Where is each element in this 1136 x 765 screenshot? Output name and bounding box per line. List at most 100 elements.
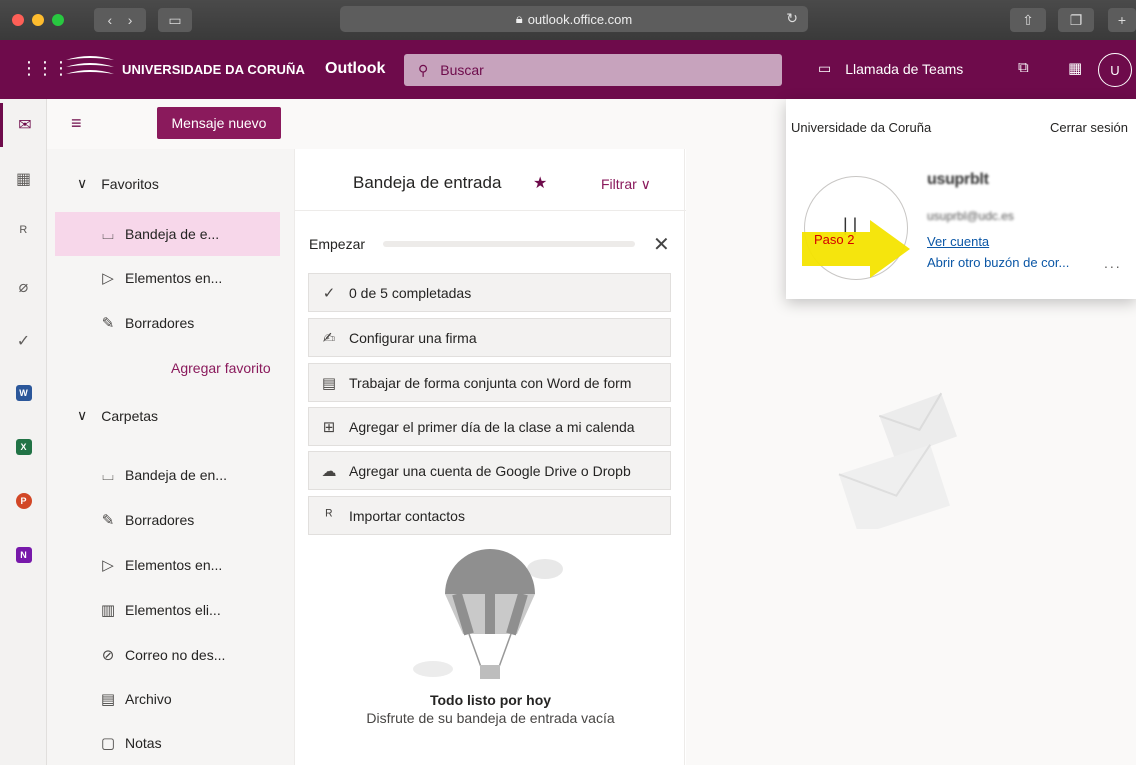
video-call-icon: ▭ <box>818 60 832 76</box>
office-apps-icon[interactable]: ▦ <box>1068 59 1082 77</box>
chevron-down-icon: ∨ <box>640 176 651 192</box>
sign-out-link[interactable]: Cerrar sesión <box>1050 120 1128 135</box>
sent-icon: ▷ <box>102 557 114 574</box>
search-input[interactable]: ⚲ Buscar <box>404 54 782 86</box>
folder-label: Bandeja de en... <box>125 467 227 483</box>
task-label: Importar contactos <box>349 507 465 524</box>
back-forward-buttons[interactable]: ‹ › <box>94 8 146 32</box>
task-label: 0 de 5 completadas <box>349 284 472 301</box>
onenote-badge: N <box>15 547 32 563</box>
favorite-folder-sent[interactable]: ▷ Elementos en... <box>47 256 294 300</box>
folder-label: Borradores <box>125 512 195 528</box>
filter-button[interactable]: Filtrar ∨ <box>601 176 651 193</box>
todo-icon[interactable]: ✓ <box>0 319 47 363</box>
excel-badge: X <box>15 439 32 455</box>
forward-icon[interactable]: › <box>128 12 133 28</box>
tabs-icon: ❐ <box>1069 11 1083 28</box>
envelopes-illustration <box>838 392 958 529</box>
powerpoint-icon[interactable]: P <box>0 479 47 523</box>
favorite-folder-drafts[interactable]: ✎ Borradores <box>47 301 294 345</box>
folder-label: Elementos eli... <box>125 602 221 618</box>
empty-state-title: Todo listo por hoy <box>429 692 552 708</box>
more-options-icon[interactable]: ... <box>1104 255 1122 271</box>
message-list: Bandeja de entrada ★ Filtrar ∨ Empezar ✕… <box>294 149 686 765</box>
add-favorite-link[interactable]: Agregar favorito <box>171 360 271 376</box>
getting-started-progress <box>383 241 635 247</box>
app-rail: ✉ ▦ ᴿ ⌀ ✓ W X P N <box>0 99 47 765</box>
getting-started-label: Empezar <box>309 236 366 252</box>
people-icon[interactable]: ᴿ <box>0 211 47 255</box>
filter-label: Filtrar <box>601 176 637 192</box>
app-header: ⋮⋮⋮ UNIVERSIDADE DA CORUÑA Outlook ⚲ Bus… <box>0 40 1136 99</box>
excel-icon[interactable]: X <box>0 425 47 469</box>
hamburger-menu-icon[interactable]: ≡ <box>71 113 82 134</box>
task-label: Agregar el primer día de la clase a mi c… <box>349 418 635 435</box>
folders-label: Carpetas <box>101 407 159 424</box>
task-import-contacts[interactable]: ᴿ Importar contactos <box>308 496 671 535</box>
task-label: Trabajar de forma conjunta con Word de f… <box>349 374 632 391</box>
open-other-mailbox-link[interactable]: Abrir otro buzón de cor... <box>927 255 1069 270</box>
new-tab-button[interactable]: + <box>1108 8 1136 32</box>
back-icon[interactable]: ‹ <box>108 12 113 28</box>
calendar-icon[interactable]: ▦ <box>0 157 47 201</box>
task-progress: ✓ 0 de 5 completadas <box>308 273 671 312</box>
folder-junk[interactable]: ⊘ Correo no des... <box>47 633 294 677</box>
word-badge: W <box>15 385 32 401</box>
document-icon: ▤ <box>321 374 337 392</box>
folder-deleted[interactable]: ▥ Elementos eli... <box>47 588 294 632</box>
close-window-button[interactable] <box>12 14 24 26</box>
folder-pane: ∨ Favoritos ⌴ Bandeja de e... ▷ Elementos … <box>47 149 294 765</box>
account-name: usuprblt <box>927 171 989 188</box>
onenote-icon[interactable]: N <box>0 533 47 577</box>
folder-drafts[interactable]: ✎ Borradores <box>47 498 294 542</box>
zoom-window-button[interactable] <box>52 14 64 26</box>
folder-notes[interactable]: ▢ Notas <box>47 721 294 765</box>
favorite-star-icon[interactable]: ★ <box>533 173 547 193</box>
chevron-down-icon: ∨ <box>77 407 88 423</box>
folder-inbox[interactable]: ⌴ Bandeja de en... <box>47 453 294 497</box>
reload-icon[interactable]: ↻ <box>786 10 798 27</box>
check-icon: ✓ <box>322 284 336 302</box>
folders-header[interactable]: ∨ Carpetas <box>77 407 158 424</box>
app-launcher-icon[interactable]: ⋮⋮⋮ <box>20 59 70 77</box>
new-message-button[interactable]: Mensaje nuevo <box>157 107 281 139</box>
view-account-link[interactable]: Ver cuenta <box>927 234 989 249</box>
mail-icon[interactable]: ✉ <box>0 103 47 147</box>
folder-label: Borradores <box>125 315 195 331</box>
signature-icon: ✍ <box>322 329 336 347</box>
folder-archive[interactable]: ▤ Archivo <box>47 677 294 721</box>
share-icon: ⇧ <box>1022 11 1034 28</box>
sent-icon: ▷ <box>102 270 114 287</box>
teams-call-button[interactable]: ▭ Llamada de Teams <box>818 60 963 77</box>
app-title[interactable]: Outlook <box>325 60 385 78</box>
task-label: Configurar una firma <box>349 329 477 346</box>
favorites-header[interactable]: ∨ Favoritos <box>77 175 159 192</box>
share-button[interactable]: ⇧ <box>1010 8 1046 32</box>
cloud-icon: ☁ <box>321 462 337 480</box>
sidebar-icon: ▭ <box>168 11 182 28</box>
chat-icon[interactable]: ⧉ <box>1018 59 1029 76</box>
address-bar[interactable]: 🔒︎ outlook.office.com ↻ <box>340 6 808 32</box>
search-icon: ⚲ <box>418 61 429 78</box>
close-icon[interactable]: ✕ <box>653 232 670 257</box>
attachment-icon[interactable]: ⌀ <box>0 265 47 309</box>
task-word[interactable]: ▤ Trabajar de forma conjunta con Word de … <box>308 363 671 402</box>
account-organization: Universidade da Coruña <box>791 120 932 135</box>
task-cloud-storage[interactable]: ☁ Agregar una cuenta de Google Drive o Dr… <box>308 451 671 490</box>
folder-sent[interactable]: ▷ Elementos en... <box>47 543 294 587</box>
task-signature[interactable]: ✍ Configurar una firma <box>308 318 671 357</box>
folder-label: Archivo <box>125 691 172 707</box>
minimize-window-button[interactable] <box>32 14 44 26</box>
task-calendar[interactable]: ⊞ Agregar el primer día de la clase a mi … <box>308 407 671 446</box>
sidebar-toggle-button[interactable]: ▭ <box>158 8 192 32</box>
plus-icon: + <box>1117 12 1127 28</box>
university-logo <box>66 56 114 74</box>
favorite-folder-inbox[interactable]: ⌴ Bandeja de e... <box>55 212 280 256</box>
account-avatar[interactable]: U <box>1098 53 1132 87</box>
inbox-icon: ⌴ <box>101 466 114 484</box>
message-list-header: Bandeja de entrada ★ Filtrar ∨ <box>295 149 686 211</box>
archive-icon: ▤ <box>100 691 116 708</box>
tabs-button[interactable]: ❐ <box>1058 8 1094 32</box>
word-icon[interactable]: W <box>0 371 47 415</box>
trash-icon: ▥ <box>100 602 116 619</box>
